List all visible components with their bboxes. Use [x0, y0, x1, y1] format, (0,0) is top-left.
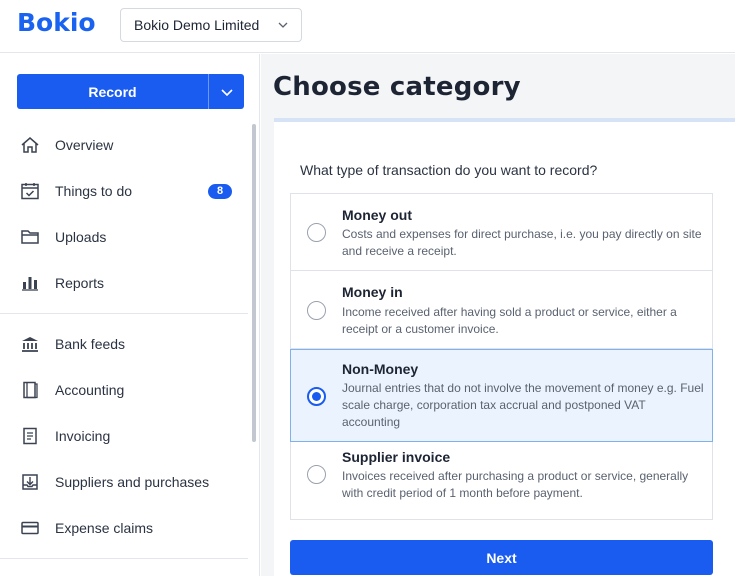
sidebar-item-reports[interactable]: Reports [0, 263, 248, 303]
sidebar-item-label: Uploads [55, 229, 107, 245]
top-bar: Bokio Bokio Demo Limited [0, 0, 735, 53]
record-dropdown-button[interactable] [208, 74, 244, 109]
sidebar-item-label: Things to do [55, 183, 133, 199]
invoice-icon [23, 427, 37, 445]
sidebar-item-invoicing[interactable]: Invoicing [0, 416, 248, 456]
sidebar-item-things-to-do[interactable]: Things to do 8 [0, 171, 248, 211]
sidebar-item-label: Accounting [55, 382, 125, 398]
option-money-out[interactable]: Money out Costs and expenses for direct … [291, 194, 712, 271]
sidebar-item-label: Expense claims [55, 520, 154, 536]
page-title: Choose category [273, 72, 521, 102]
ledger-icon [23, 381, 38, 399]
option-title: Money in [342, 284, 403, 300]
option-title: Supplier invoice [342, 449, 451, 465]
sidebar-item-expense-claims[interactable]: Expense claims [0, 508, 248, 548]
sidebar-scrollbar[interactable] [252, 124, 256, 442]
sidebar-item-label: Suppliers and purchases [55, 474, 210, 490]
main-content: Choose category What type of transaction… [261, 54, 735, 576]
radio-button-selected[interactable] [307, 387, 326, 406]
category-options: Money out Costs and expenses for direct … [290, 193, 713, 520]
inbox-download-icon [22, 474, 38, 490]
radio-button[interactable] [307, 301, 326, 320]
option-description: Invoices received after purchasing a pro… [342, 469, 689, 500]
bar-chart-icon [22, 277, 38, 291]
sidebar-item-label: Overview [55, 137, 114, 153]
credit-card-icon [21, 521, 39, 535]
sidebar: Record Overview Things to do 8 Uploads R… [0, 54, 260, 576]
option-description: Journal entries that do not involve the … [342, 381, 704, 429]
sidebar-item-overview[interactable]: Overview [0, 125, 248, 165]
sidebar-item-label: Invoicing [55, 428, 111, 444]
option-description: Costs and expenses for direct purchase, … [342, 227, 702, 258]
record-button[interactable]: Record [17, 74, 208, 109]
option-money-in[interactable]: Money in Income received after having so… [291, 271, 712, 349]
home-icon [21, 137, 39, 153]
option-non-money[interactable]: Non-Money Journal entries that do not in… [290, 349, 713, 442]
sidebar-item-label: Bank feeds [55, 336, 126, 352]
sidebar-divider [0, 313, 248, 314]
next-button[interactable]: Next [290, 540, 713, 575]
option-title: Money out [342, 207, 412, 223]
sidebar-item-suppliers-and-purchases[interactable]: Suppliers and purchases [0, 462, 248, 502]
chevron-down-icon [221, 89, 233, 97]
company-selector[interactable]: Bokio Demo Limited [120, 8, 302, 42]
company-name: Bokio Demo Limited [134, 17, 260, 33]
option-title: Non-Money [342, 361, 419, 377]
radio-button[interactable] [307, 223, 326, 242]
sidebar-item-label: Reports [55, 275, 105, 291]
calendar-check-icon [21, 183, 39, 200]
option-supplier-invoice[interactable]: Supplier invoice Invoices received after… [291, 443, 712, 519]
bokio-logo[interactable]: Bokio [17, 8, 96, 37]
question-text: What type of transaction do you want to … [300, 162, 598, 178]
sidebar-item-bank-feeds[interactable]: Bank feeds [0, 324, 248, 364]
category-card: What type of transaction do you want to … [274, 118, 735, 576]
sidebar-item-accounting[interactable]: Accounting [0, 370, 248, 410]
folder-icon [21, 230, 39, 244]
chevron-down-icon [278, 22, 288, 28]
radio-button[interactable] [307, 465, 326, 484]
bank-icon [22, 337, 38, 352]
sidebar-divider [0, 558, 248, 559]
option-description: Income received after having sold a prod… [342, 305, 677, 336]
count-badge: 8 [208, 184, 232, 199]
sidebar-item-uploads[interactable]: Uploads [0, 217, 248, 257]
